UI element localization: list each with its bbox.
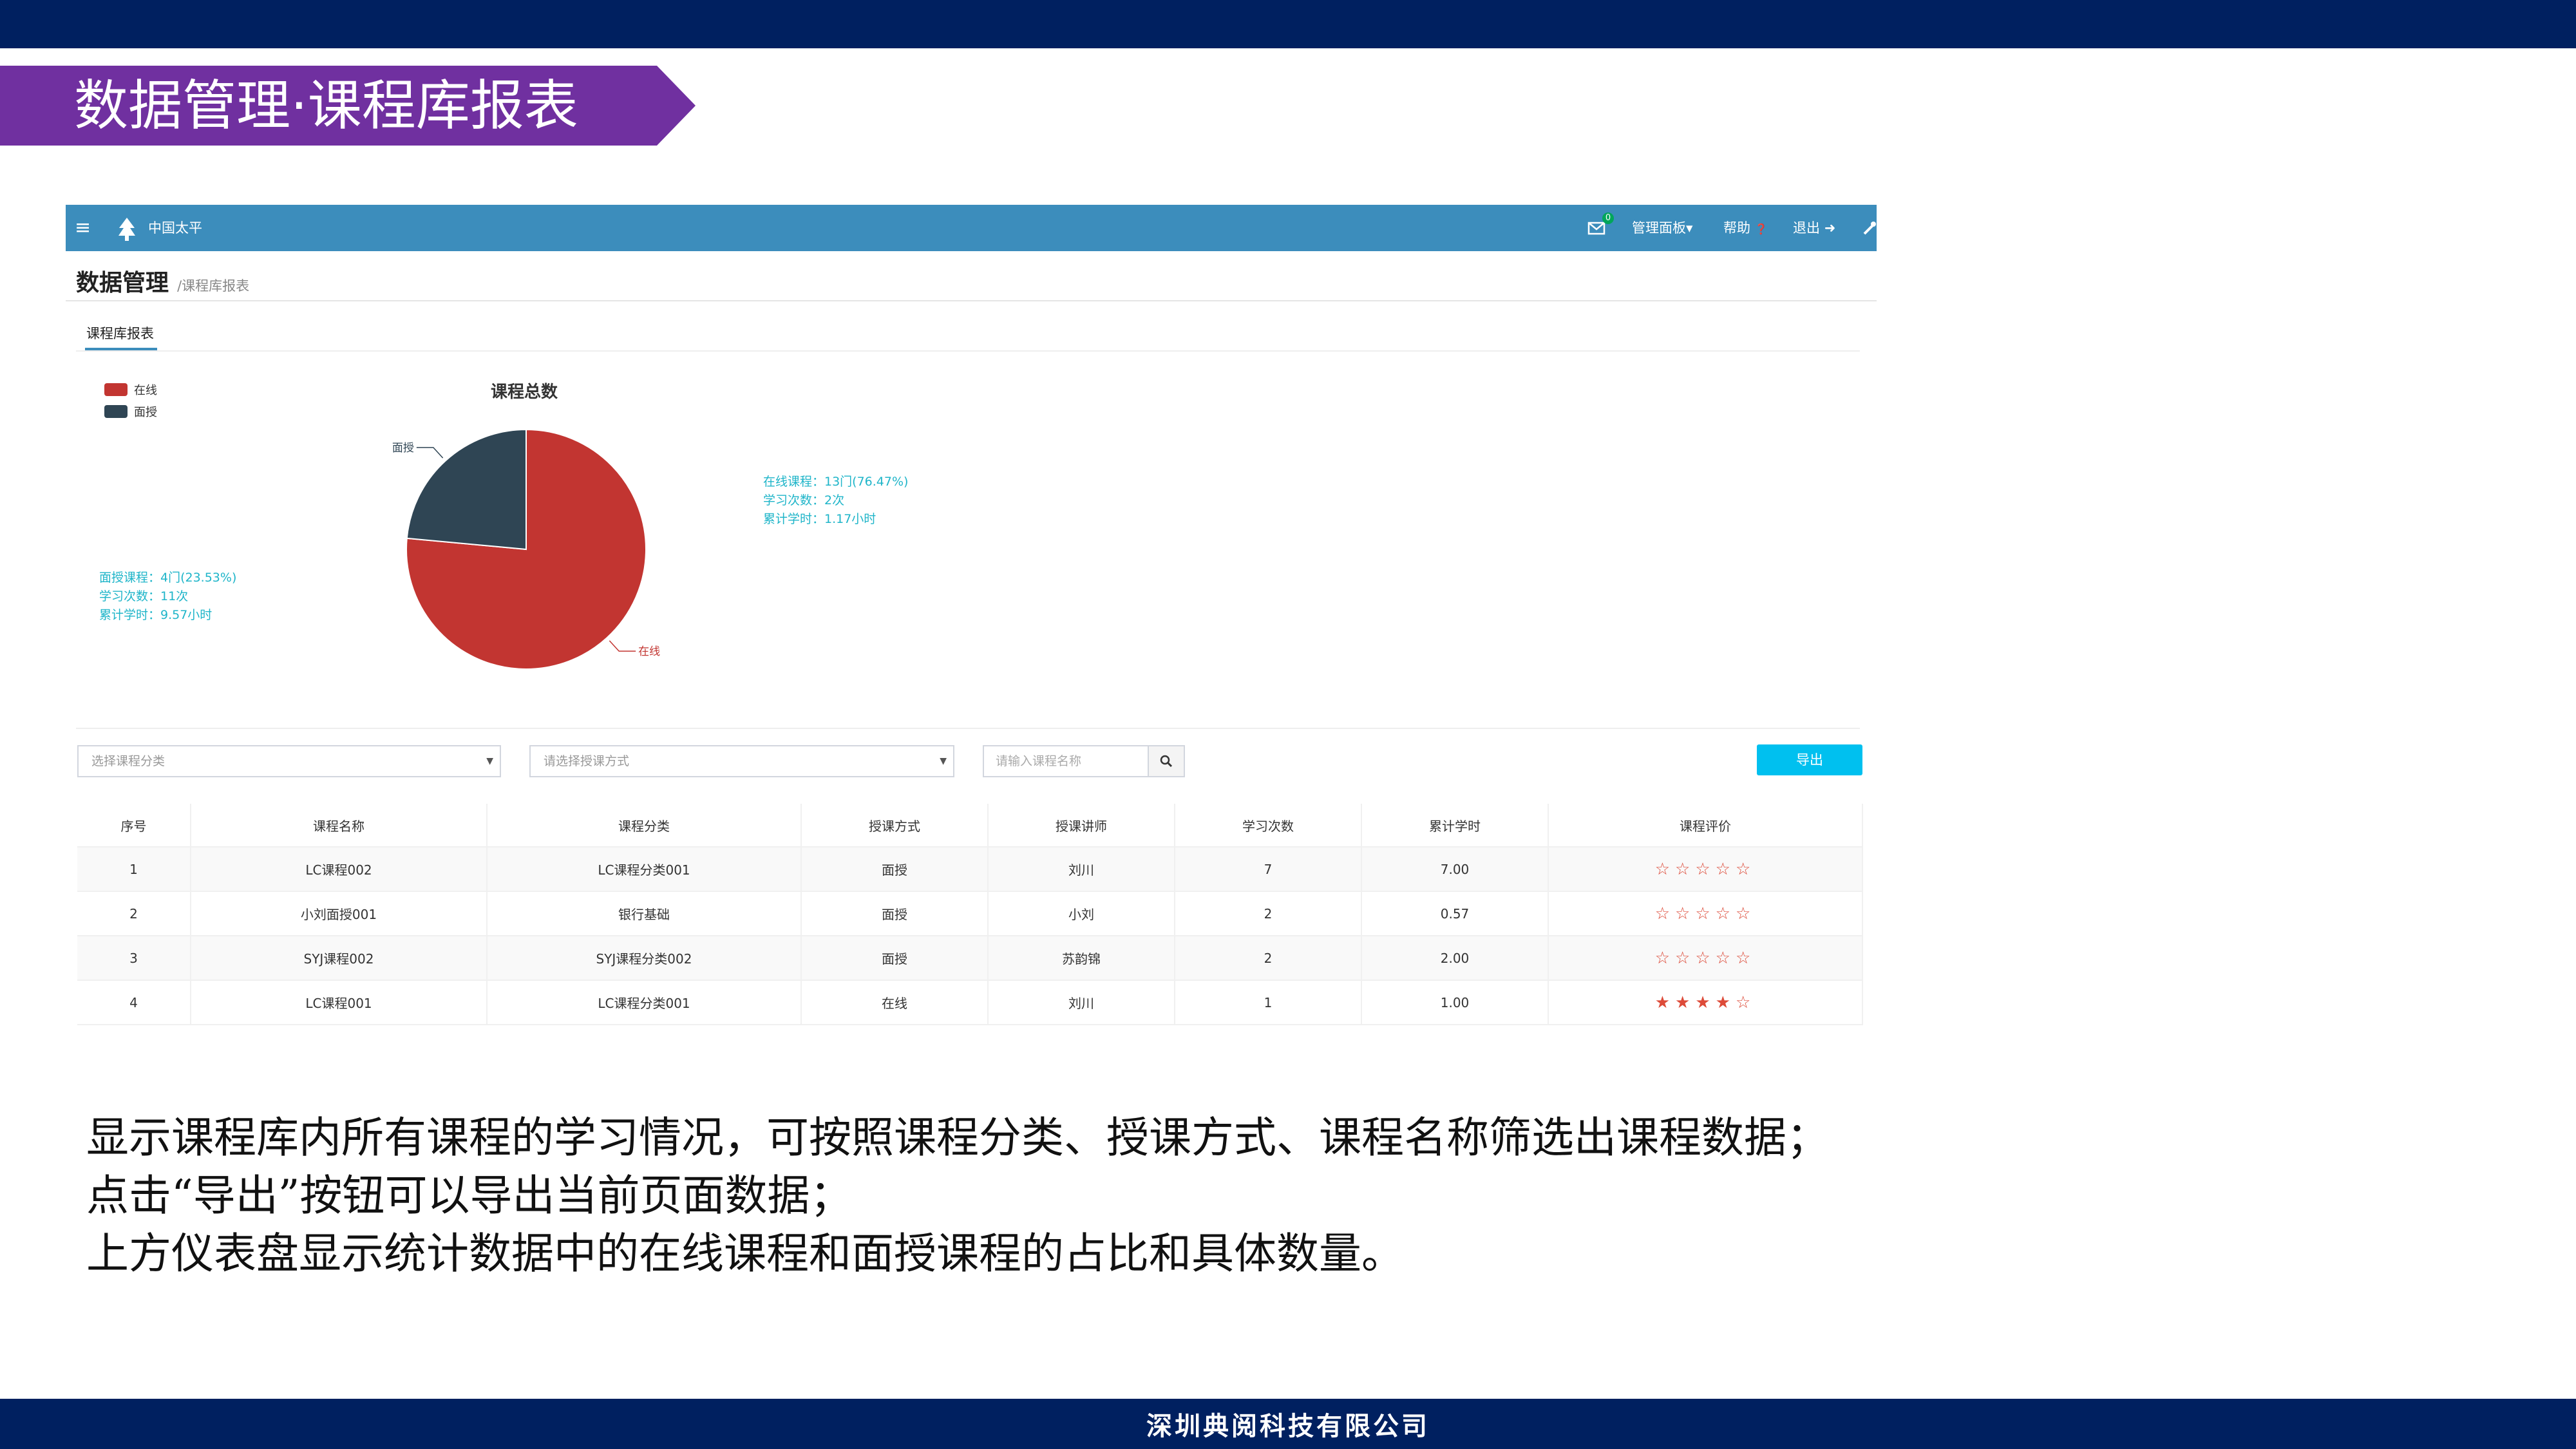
company-name: 深圳典阅科技有限公司 [1146, 1411, 1430, 1441]
description: 显示课程库内所有课程的学习情况，可按照课程分类、授课方式、课程名称筛选出课程数据… [86, 1109, 1829, 1283]
mode-select-value: 请选择授课方式 [544, 754, 630, 768]
search-button[interactable] [1148, 745, 1185, 777]
cell-mode: 在线 [801, 980, 989, 1025]
cell-category: SYJ课程分类002 [487, 936, 802, 980]
table-row[interactable]: 1 LC课程002 LC课程分类001 面授 刘川 7 7.00 ☆☆☆☆☆ [77, 847, 1863, 891]
course-table: 序号 课程名称 课程分类 授课方式 授课讲师 学习次数 累计学时 课程评价 1 … [77, 804, 1863, 1025]
cell-category: LC课程分类001 [487, 847, 802, 891]
cell-no: 4 [77, 980, 191, 1025]
caret-down-icon: ▼ [940, 756, 947, 766]
cell-name: LC课程002 [191, 847, 488, 891]
cell-rating: ☆☆☆☆☆ [1548, 891, 1863, 936]
cell-count: 7 [1175, 847, 1362, 891]
mail-badge: 0 [1602, 213, 1614, 224]
pie-chart: 在线 面授 [392, 428, 660, 670]
cell-count: 1 [1175, 980, 1362, 1025]
description-line: 显示课程库内所有课程的学习情况，可按照课程分类、授课方式、课程名称筛选出课程数据… [86, 1113, 1829, 1162]
pie-leader-line [609, 640, 636, 652]
col-header-count[interactable]: 学习次数 [1175, 804, 1362, 847]
top-band [0, 0, 2576, 48]
cell-hours: 1.00 [1361, 980, 1549, 1025]
cell-count: 2 [1175, 936, 1362, 980]
cell-category: 银行基础 [487, 891, 802, 936]
col-header-hours[interactable]: 累计学时 [1361, 804, 1549, 847]
question-icon: ❓ [1754, 223, 1768, 235]
cell-name: SYJ课程002 [191, 936, 488, 980]
star-rating[interactable]: ★★★★☆ [1655, 993, 1756, 1012]
col-header-teacher[interactable]: 授课讲师 [988, 804, 1175, 847]
chevron-down-icon: ▾ [1686, 220, 1693, 236]
cell-mode: 面授 [801, 891, 989, 936]
cell-hours: 0.57 [1361, 891, 1549, 936]
col-header-category[interactable]: 课程分类 [487, 804, 802, 847]
help-link[interactable]: 帮助 ❓ [1723, 205, 1768, 251]
cell-teacher: 小刘 [988, 891, 1175, 936]
face-stat-hours: 累计学时：9.57小时 [99, 608, 213, 622]
star-rating[interactable]: ☆☆☆☆☆ [1655, 860, 1756, 879]
pie-label: 在线 [638, 645, 660, 658]
logout-link[interactable]: 退出 ➜ [1793, 205, 1835, 251]
table-row[interactable]: 4 LC课程001 LC课程分类001 在线 刘川 1 1.00 ★★★★☆ [77, 980, 1863, 1025]
face-stats: 面授课程：4门(23.53%) 学习次数：11次 累计学时：9.57小时 [99, 569, 236, 625]
online-stat-count: 学习次数：2次 [763, 493, 845, 507]
face-stat-count: 学习次数：11次 [99, 589, 189, 603]
col-header-no[interactable]: 序号 [77, 804, 191, 847]
description-line: 上方仪表盘显示统计数据中的在线课程和面授课程的占比和具体数量。 [86, 1229, 1404, 1278]
cell-count: 2 [1175, 891, 1362, 936]
logout-label: 退出 [1793, 220, 1820, 236]
cell-no: 2 [77, 891, 191, 936]
cell-no: 1 [77, 847, 191, 891]
cell-teacher: 刘川 [988, 847, 1175, 891]
cell-teacher: 刘川 [988, 980, 1175, 1025]
dashboard-label: 管理面板 [1632, 220, 1686, 236]
star-rating[interactable]: ☆☆☆☆☆ [1655, 904, 1756, 923]
cell-hours: 7.00 [1361, 847, 1549, 891]
search-icon [1160, 755, 1173, 768]
table-row[interactable]: 3 SYJ课程002 SYJ课程分类002 面授 苏韵锦 2 2.00 ☆☆☆☆… [77, 936, 1863, 980]
cell-mode: 面授 [801, 936, 989, 980]
category-select[interactable]: 选择课程分类 ▼ [77, 745, 501, 777]
online-stats: 在线课程：13门(76.47%) 学习次数：2次 累计学时：1.17小时 [763, 473, 908, 529]
cell-rating: ☆☆☆☆☆ [1548, 936, 1863, 980]
envelope-icon[interactable] [1587, 205, 1606, 251]
dashboard-menu[interactable]: 管理面板▾ [1632, 205, 1693, 251]
table-header-row: 序号 课程名称 课程分类 授课方式 授课讲师 学习次数 累计学时 课程评价 [77, 804, 1863, 847]
help-label: 帮助 [1723, 220, 1750, 236]
pie-label: 面授 [392, 442, 414, 455]
online-stat-courses: 在线课程：13门(76.47%) [763, 475, 909, 489]
col-header-rating[interactable]: 课程评价 [1548, 804, 1863, 847]
slide-title: 数据管理·课程库报表 [74, 74, 578, 137]
cell-name: LC课程001 [191, 980, 488, 1025]
export-button[interactable]: 导出 [1757, 744, 1862, 775]
cell-no: 3 [77, 936, 191, 980]
description-line: 点击“导出”按钮可以导出当前页面数据； [86, 1171, 853, 1220]
cell-category: LC课程分类001 [487, 980, 802, 1025]
online-stat-hours: 累计学时：1.17小时 [763, 512, 876, 526]
course-name-input[interactable]: 请输入课程名称 [983, 745, 1149, 777]
filter-divider [76, 728, 1860, 729]
cell-hours: 2.00 [1361, 936, 1549, 980]
table-row[interactable]: 2 小刘面授001 银行基础 面授 小刘 2 0.57 ☆☆☆☆☆ [77, 891, 1863, 936]
col-header-name[interactable]: 课程名称 [191, 804, 488, 847]
bottom-band: 深圳典阅科技有限公司 [0, 1399, 2576, 1449]
cell-mode: 面授 [801, 847, 989, 891]
col-header-mode[interactable]: 授课方式 [801, 804, 989, 847]
caret-down-icon: ▼ [486, 756, 493, 766]
logout-icon: ➜ [1824, 220, 1836, 236]
face-stat-courses: 面授课程：4门(23.53%) [99, 571, 237, 585]
app-screenshot: ≡ 中国太平 0 管理面板▾ 帮助 ❓ 退出 ➜ 数据管理 /课程库报表 课程库… [66, 205, 1877, 1032]
mode-select[interactable]: 请选择授课方式 ▼ [529, 745, 954, 777]
wrench-icon[interactable] [1862, 205, 1877, 251]
star-rating[interactable]: ☆☆☆☆☆ [1655, 949, 1756, 968]
category-select-value: 选择课程分类 [91, 754, 166, 768]
pie-leader-line [416, 447, 444, 459]
slide: 数据管理·课程库报表 ≡ 中国太平 0 管理面板▾ 帮助 ❓ 退出 ➜ 数据管理… [0, 0, 2576, 1449]
cell-rating: ★★★★☆ [1548, 980, 1863, 1025]
cell-teacher: 苏韵锦 [988, 936, 1175, 980]
cell-name: 小刘面授001 [191, 891, 488, 936]
cell-rating: ☆☆☆☆☆ [1548, 847, 1863, 891]
